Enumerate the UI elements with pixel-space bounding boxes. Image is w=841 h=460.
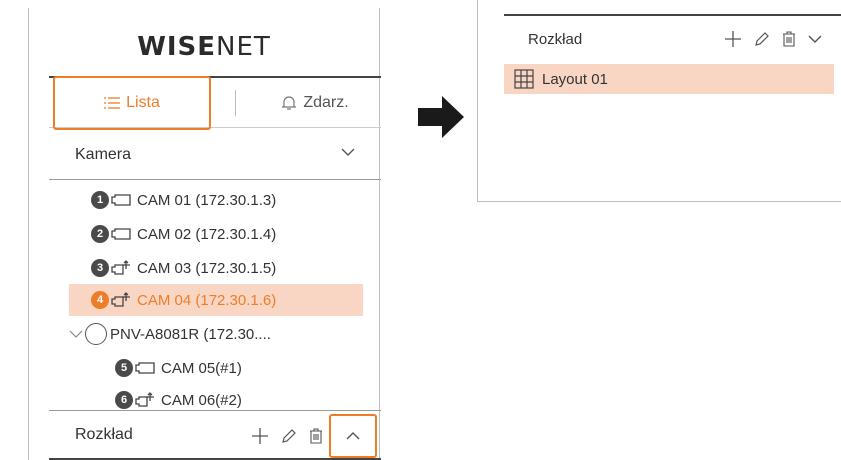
- trash-icon[interactable]: [309, 428, 323, 444]
- camera-row-2[interactable]: 2 CAM 02 (172.30.1.4): [91, 218, 276, 250]
- schedule-section-header: Rozkład: [49, 410, 381, 460]
- camera-label: CAM 04 (172.30.1.6): [137, 291, 277, 309]
- grid-layout-icon: [514, 69, 534, 89]
- nvr-channel-row-5[interactable]: 5 CAM 05(#1): [115, 352, 242, 384]
- camera-row-3[interactable]: 3 CAM 03 (172.30.1.5): [91, 252, 276, 284]
- tab-lista-label: Lista: [126, 94, 160, 111]
- tab-divider: [235, 90, 236, 116]
- wisenet-logo: WISENET: [137, 32, 271, 62]
- camera-label: CAM 03 (172.30.1.5): [137, 259, 277, 277]
- schedule-toolbar-expanded: [724, 16, 822, 62]
- schedule-section-title: Rozkład: [75, 425, 133, 443]
- camera-label: CAM 06(#2): [161, 391, 242, 409]
- plus-icon[interactable]: [724, 30, 742, 48]
- layout-row-selected[interactable]: Layout 01: [504, 64, 834, 94]
- channel-badge: 4: [91, 291, 109, 309]
- camera-label: CAM 05(#1): [161, 359, 242, 377]
- plus-icon[interactable]: [251, 427, 269, 445]
- camera-section-header[interactable]: Kamera: [49, 130, 381, 180]
- nvr-circle-icon: [85, 323, 107, 345]
- camera-icon: [111, 228, 131, 240]
- channel-badge: 1: [91, 191, 109, 209]
- chevron-down-icon[interactable]: [341, 148, 355, 156]
- tab-zdarz-label: Zdarz.: [303, 94, 349, 111]
- list-icon: [104, 97, 121, 109]
- channel-badge: 6: [115, 391, 133, 409]
- camera-icon: [111, 194, 131, 206]
- camera-label: CAM 02 (172.30.1.4): [137, 225, 277, 243]
- chevron-down-icon[interactable]: [69, 329, 83, 339]
- camera-section-title: Kamera: [75, 145, 132, 163]
- tab-lista[interactable]: Lista: [53, 76, 211, 130]
- trash-icon[interactable]: [782, 31, 796, 47]
- schedule-header-expanded: Rozkład: [504, 16, 841, 62]
- chevron-down-icon[interactable]: [808, 35, 822, 43]
- pencil-icon[interactable]: [281, 428, 297, 444]
- ptz-camera-icon: [111, 292, 130, 307]
- nvr-row[interactable]: PNV-A8081R (172.30....: [69, 318, 271, 350]
- tab-zdarz[interactable]: Zdarz.: [249, 78, 381, 128]
- ptz-camera-icon: [111, 260, 130, 275]
- camera-label: CAM 01 (172.30.1.3): [137, 191, 277, 209]
- camera-row-4-selected[interactable]: 4 CAM 04 (172.30.1.6): [69, 284, 363, 316]
- bell-icon: [282, 96, 297, 110]
- camera-icon: [135, 362, 155, 374]
- right-panel: Rozkład Layout 01: [477, 0, 841, 202]
- left-panel: WISENET Lista Zdarz. Kamera 1 CAM 01 (17…: [28, 8, 381, 460]
- ptz-camera-icon: [135, 392, 154, 407]
- channel-badge: 3: [91, 259, 109, 277]
- channel-badge: 5: [115, 359, 133, 377]
- nvr-label: PNV-A8081R (172.30....: [110, 325, 271, 343]
- camera-row-1[interactable]: 1 CAM 01 (172.30.1.3): [91, 184, 276, 216]
- chevron-up-icon[interactable]: [329, 414, 377, 458]
- schedule-title: Rozkład: [528, 30, 583, 48]
- pencil-icon[interactable]: [754, 31, 770, 47]
- tab-bar: Lista Zdarz.: [49, 76, 381, 130]
- schedule-toolbar: [251, 411, 381, 460]
- layout-label: Layout 01: [542, 70, 608, 88]
- flow-arrow-icon: [418, 96, 464, 138]
- channel-badge: 2: [91, 225, 109, 243]
